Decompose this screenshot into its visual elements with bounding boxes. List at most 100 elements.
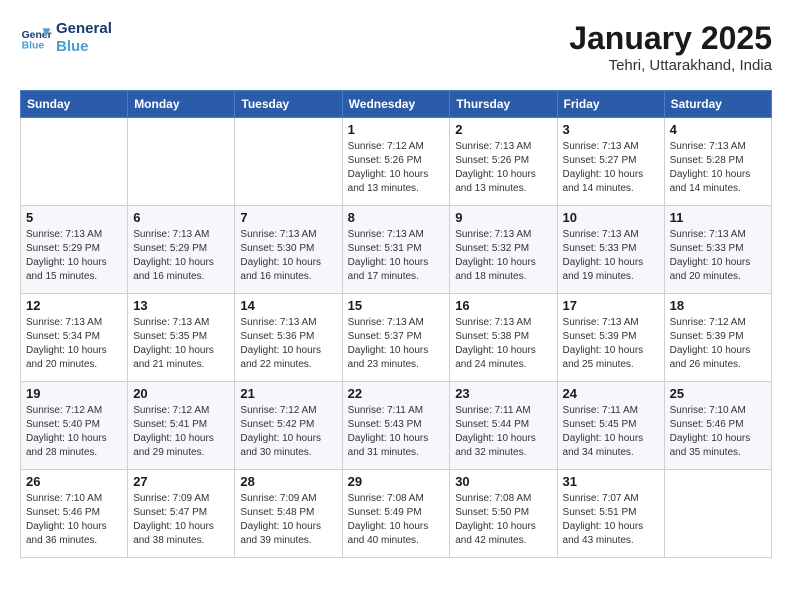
day-number: 12	[26, 298, 122, 313]
calendar-cell: 31Sunrise: 7:07 AMSunset: 5:51 PMDayligh…	[557, 470, 664, 558]
day-info: Sunrise: 7:13 AMSunset: 5:28 PMDaylight:…	[670, 140, 766, 196]
calendar-table: SundayMondayTuesdayWednesdayThursdayFrid…	[20, 90, 772, 558]
calendar-cell: 24Sunrise: 7:11 AMSunset: 5:45 PMDayligh…	[557, 382, 664, 470]
day-number: 13	[133, 298, 229, 313]
calendar-cell: 13 Sunrise: 7:13 AMSunset: 5:35 PMDayligh…	[128, 294, 235, 382]
day-info: Sunrise: 7:13 AMSunset: 5:31 PMDaylight:…	[348, 228, 445, 284]
location-subtitle: Tehri, Uttarakhand, India	[569, 57, 772, 74]
calendar-cell	[21, 118, 128, 206]
calendar-cell	[235, 118, 342, 206]
day-info: Sunrise: 7:13 AMSunset: 5:34 PMDaylight:…	[26, 316, 122, 372]
day-number: 28	[240, 474, 336, 489]
weekday-header-row: SundayMondayTuesdayWednesdayThursdayFrid…	[21, 91, 772, 118]
day-number: 10	[563, 210, 659, 225]
calendar-cell: 4 Sunrise: 7:13 AMSunset: 5:28 PMDaylight…	[664, 118, 771, 206]
day-number: 6	[133, 210, 229, 225]
day-info: Sunrise: 7:09 AMSunset: 5:48 PMDaylight:…	[240, 492, 336, 548]
day-number: 16	[455, 298, 551, 313]
calendar-cell: 1 Sunrise: 7:12 AMSunset: 5:26 PMDaylight…	[342, 118, 450, 206]
logo: General Blue General Blue	[20, 20, 112, 56]
calendar-week-row: 19 Sunrise: 7:12 AMSunset: 5:40 PMDayligh…	[21, 382, 772, 470]
weekday-header-thursday: Thursday	[450, 91, 557, 118]
calendar-cell: 3 Sunrise: 7:13 AMSunset: 5:27 PMDaylight…	[557, 118, 664, 206]
day-number: 3	[563, 122, 659, 137]
calendar-cell: 14Sunrise: 7:13 AMSunset: 5:36 PMDayligh…	[235, 294, 342, 382]
day-info: Sunrise: 7:13 AMSunset: 5:30 PMDaylight:…	[240, 228, 336, 284]
day-number: 11	[670, 210, 766, 225]
day-number: 1	[348, 122, 445, 137]
day-number: 5	[26, 210, 122, 225]
calendar-week-row: 1 Sunrise: 7:12 AMSunset: 5:26 PMDaylight…	[21, 118, 772, 206]
logo-line1: General	[56, 20, 112, 38]
calendar-cell	[664, 470, 771, 558]
calendar-cell: 8 Sunrise: 7:13 AMSunset: 5:31 PMDaylight…	[342, 206, 450, 294]
calendar-cell: 22Sunrise: 7:11 AMSunset: 5:43 PMDayligh…	[342, 382, 450, 470]
day-number: 4	[670, 122, 766, 137]
day-info: Sunrise: 7:13 AMSunset: 5:29 PMDaylight:…	[26, 228, 122, 284]
weekday-header-saturday: Saturday	[664, 91, 771, 118]
calendar-cell: 29Sunrise: 7:08 AMSunset: 5:49 PMDayligh…	[342, 470, 450, 558]
day-number: 17	[563, 298, 659, 313]
calendar-week-row: 12 Sunrise: 7:13 AMSunset: 5:34 PMDayligh…	[21, 294, 772, 382]
day-number: 20	[133, 386, 229, 401]
weekday-header-friday: Friday	[557, 91, 664, 118]
day-number: 24	[563, 386, 659, 401]
day-info: Sunrise: 7:13 AMSunset: 5:36 PMDaylight:…	[240, 316, 336, 372]
day-number: 25	[670, 386, 766, 401]
day-info: Sunrise: 7:13 AMSunset: 5:26 PMDaylight:…	[455, 140, 551, 196]
calendar-cell: 10 Sunrise: 7:13 AMSunset: 5:33 PMDayligh…	[557, 206, 664, 294]
day-info: Sunrise: 7:13 AMSunset: 5:33 PMDaylight:…	[563, 228, 659, 284]
calendar-cell: 26 Sunrise: 7:10 AMSunset: 5:46 PMDayligh…	[21, 470, 128, 558]
day-number: 9	[455, 210, 551, 225]
day-info: Sunrise: 7:12 AMSunset: 5:40 PMDaylight:…	[26, 404, 122, 460]
page-header: General Blue General Blue January 2025 T…	[20, 20, 772, 74]
calendar-week-row: 26 Sunrise: 7:10 AMSunset: 5:46 PMDayligh…	[21, 470, 772, 558]
day-info: Sunrise: 7:12 AMSunset: 5:41 PMDaylight:…	[133, 404, 229, 460]
day-info: Sunrise: 7:13 AMSunset: 5:27 PMDaylight:…	[563, 140, 659, 196]
calendar-cell: 5 Sunrise: 7:13 AMSunset: 5:29 PMDaylight…	[21, 206, 128, 294]
day-info: Sunrise: 7:13 AMSunset: 5:38 PMDaylight:…	[455, 316, 551, 372]
day-number: 31	[563, 474, 659, 489]
day-info: Sunrise: 7:13 AMSunset: 5:37 PMDaylight:…	[348, 316, 445, 372]
day-info: Sunrise: 7:12 AMSunset: 5:39 PMDaylight:…	[670, 316, 766, 372]
calendar-cell: 2Sunrise: 7:13 AMSunset: 5:26 PMDaylight…	[450, 118, 557, 206]
calendar-cell: 7 Sunrise: 7:13 AMSunset: 5:30 PMDaylight…	[235, 206, 342, 294]
calendar-cell: 27 Sunrise: 7:09 AMSunset: 5:47 PMDayligh…	[128, 470, 235, 558]
calendar-week-row: 5 Sunrise: 7:13 AMSunset: 5:29 PMDaylight…	[21, 206, 772, 294]
day-info: Sunrise: 7:13 AMSunset: 5:39 PMDaylight:…	[563, 316, 659, 372]
day-number: 21	[240, 386, 336, 401]
calendar-cell: 15 Sunrise: 7:13 AMSunset: 5:37 PMDayligh…	[342, 294, 450, 382]
day-number: 19	[26, 386, 122, 401]
day-info: Sunrise: 7:08 AMSunset: 5:50 PMDaylight:…	[455, 492, 551, 548]
day-number: 8	[348, 210, 445, 225]
calendar-cell: 20 Sunrise: 7:12 AMSunset: 5:41 PMDayligh…	[128, 382, 235, 470]
day-info: Sunrise: 7:13 AMSunset: 5:32 PMDaylight:…	[455, 228, 551, 284]
calendar-cell: 17 Sunrise: 7:13 AMSunset: 5:39 PMDayligh…	[557, 294, 664, 382]
weekday-header-wednesday: Wednesday	[342, 91, 450, 118]
day-info: Sunrise: 7:13 AMSunset: 5:35 PMDaylight:…	[133, 316, 229, 372]
title-block: January 2025 Tehri, Uttarakhand, India	[569, 20, 772, 74]
weekday-header-monday: Monday	[128, 91, 235, 118]
day-number: 29	[348, 474, 445, 489]
day-info: Sunrise: 7:13 AMSunset: 5:29 PMDaylight:…	[133, 228, 229, 284]
weekday-header-tuesday: Tuesday	[235, 91, 342, 118]
calendar-cell: 6 Sunrise: 7:13 AMSunset: 5:29 PMDaylight…	[128, 206, 235, 294]
day-info: Sunrise: 7:09 AMSunset: 5:47 PMDaylight:…	[133, 492, 229, 548]
day-number: 23	[455, 386, 551, 401]
calendar-cell: 16 Sunrise: 7:13 AMSunset: 5:38 PMDayligh…	[450, 294, 557, 382]
day-number: 26	[26, 474, 122, 489]
calendar-cell: 23Sunrise: 7:11 AMSunset: 5:44 PMDayligh…	[450, 382, 557, 470]
calendar-cell	[128, 118, 235, 206]
calendar-cell: 12 Sunrise: 7:13 AMSunset: 5:34 PMDayligh…	[21, 294, 128, 382]
calendar-cell: 19 Sunrise: 7:12 AMSunset: 5:40 PMDayligh…	[21, 382, 128, 470]
logo-icon: General Blue	[20, 22, 52, 54]
day-number: 7	[240, 210, 336, 225]
day-number: 15	[348, 298, 445, 313]
day-info: Sunrise: 7:12 AMSunset: 5:26 PMDaylight:…	[348, 140, 445, 196]
calendar-cell: 25 Sunrise: 7:10 AMSunset: 5:46 PMDayligh…	[664, 382, 771, 470]
day-number: 27	[133, 474, 229, 489]
day-info: Sunrise: 7:10 AMSunset: 5:46 PMDaylight:…	[26, 492, 122, 548]
day-info: Sunrise: 7:10 AMSunset: 5:46 PMDaylight:…	[670, 404, 766, 460]
calendar-cell: 30Sunrise: 7:08 AMSunset: 5:50 PMDayligh…	[450, 470, 557, 558]
weekday-header-sunday: Sunday	[21, 91, 128, 118]
